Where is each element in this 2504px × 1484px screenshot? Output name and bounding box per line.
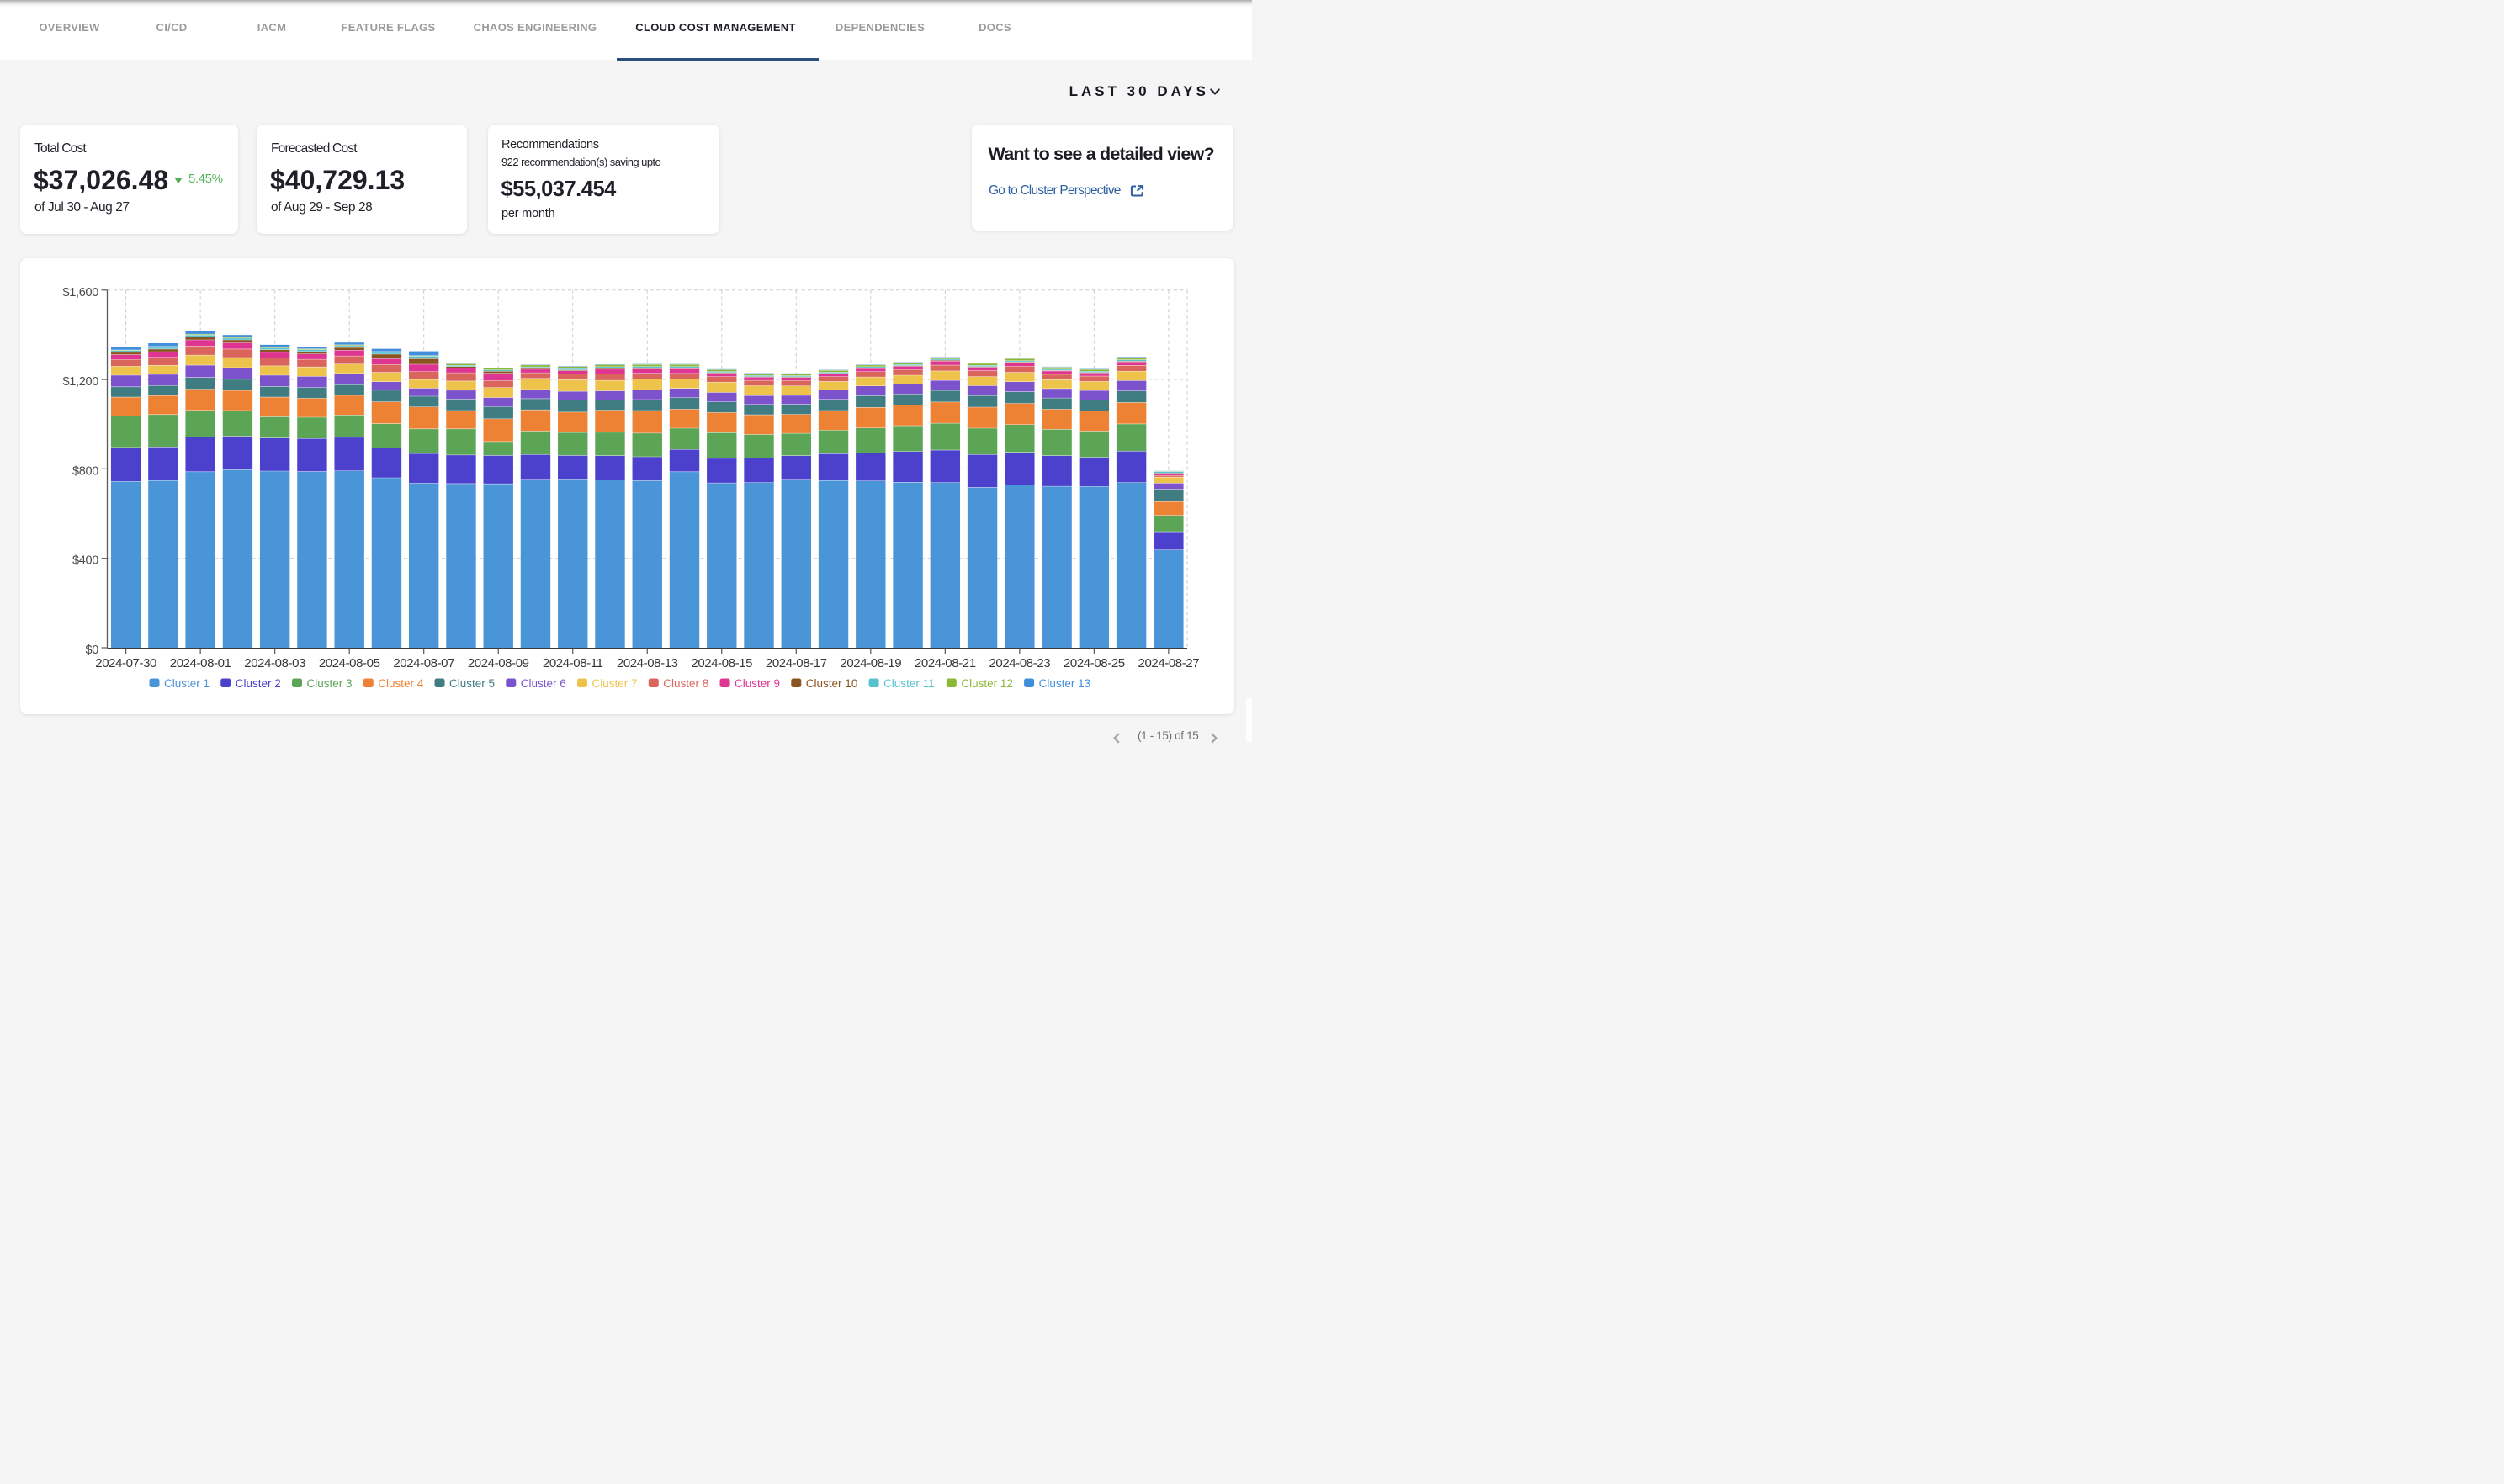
svg-text:Cluster 6: Cluster 6	[521, 677, 566, 690]
svg-text:2024-08-25: 2024-08-25	[1064, 656, 1125, 670]
svg-text:Cluster 2: Cluster 2	[236, 677, 281, 690]
svg-text:2024-08-01: 2024-08-01	[170, 656, 231, 670]
svg-text:Cluster 13: Cluster 13	[1039, 677, 1091, 690]
svg-text:2024-08-11: 2024-08-11	[543, 656, 603, 670]
svg-text:Cluster 11: Cluster 11	[883, 677, 935, 690]
svg-text:$400: $400	[72, 554, 98, 568]
svg-text:2024-08-07: 2024-08-07	[393, 656, 454, 670]
svg-text:2024-08-09: 2024-08-09	[468, 656, 529, 670]
svg-text:Cluster 3: Cluster 3	[307, 677, 353, 690]
svg-text:Cluster 4: Cluster 4	[378, 677, 424, 690]
svg-text:2024-08-23: 2024-08-23	[989, 656, 1050, 670]
svg-text:Cluster 1: Cluster 1	[164, 677, 210, 690]
svg-text:Cluster 9: Cluster 9	[735, 677, 780, 690]
svg-text:$1,200: $1,200	[62, 375, 98, 389]
svg-text:Cluster 10: Cluster 10	[806, 677, 858, 690]
svg-text:$0: $0	[85, 644, 98, 657]
svg-text:2024-08-27: 2024-08-27	[1138, 656, 1200, 670]
svg-text:2024-08-05: 2024-08-05	[319, 656, 380, 670]
svg-text:$1,600: $1,600	[62, 286, 98, 299]
svg-text:2024-08-13: 2024-08-13	[617, 656, 678, 670]
svg-text:2024-08-03: 2024-08-03	[244, 656, 305, 670]
svg-text:2024-08-17: 2024-08-17	[766, 656, 827, 670]
svg-text:2024-07-30: 2024-07-30	[95, 656, 156, 670]
svg-text:$800: $800	[72, 464, 98, 478]
svg-text:Cluster 7: Cluster 7	[592, 677, 638, 690]
svg-text:2024-08-21: 2024-08-21	[915, 656, 976, 670]
svg-text:Cluster 12: Cluster 12	[961, 677, 1013, 690]
svg-text:Cluster 8: Cluster 8	[663, 677, 708, 690]
svg-text:2024-08-15: 2024-08-15	[691, 656, 752, 670]
svg-text:Cluster 5: Cluster 5	[449, 677, 495, 690]
svg-text:2024-08-19: 2024-08-19	[840, 656, 901, 670]
